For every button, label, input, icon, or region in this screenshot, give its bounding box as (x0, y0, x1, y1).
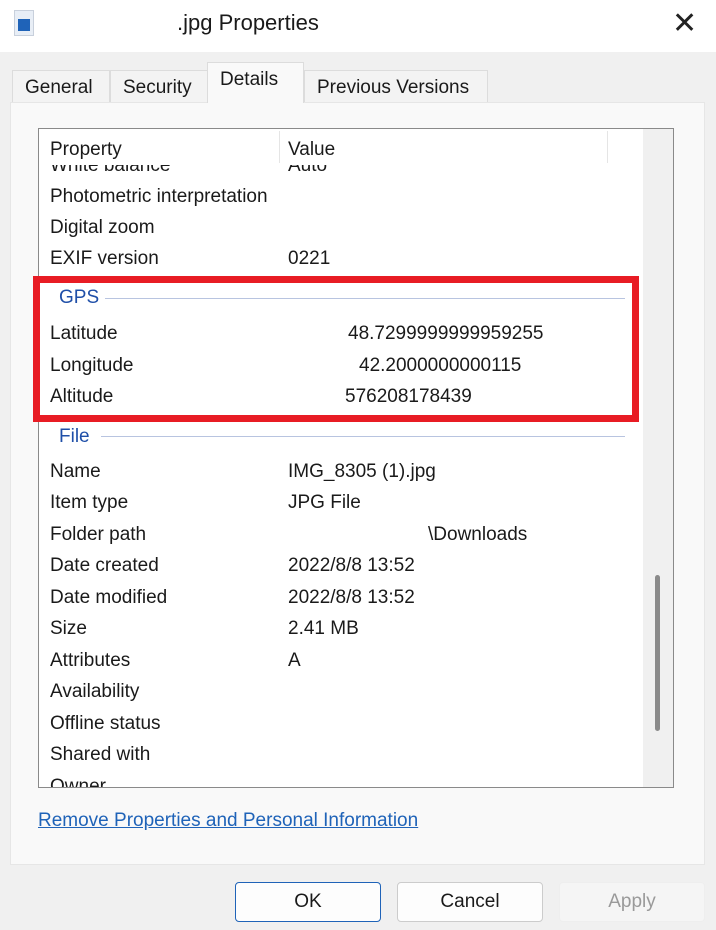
scrollbar-thumb[interactable] (655, 575, 660, 731)
property-name: Date created (50, 555, 159, 576)
tab-general[interactable]: General (12, 70, 110, 103)
property-name: Name (50, 461, 101, 482)
property-name: EXIF version (50, 248, 159, 269)
list-item[interactable]: Altitude 576208178439 (39, 382, 639, 410)
column-divider[interactable] (279, 131, 280, 163)
group-divider (105, 298, 625, 299)
property-value: A (288, 650, 301, 671)
tab-previous-versions[interactable]: Previous Versions (304, 70, 488, 103)
list-item[interactable]: Size 2.41 MB (39, 614, 639, 642)
property-name: Photometric interpretation (50, 186, 268, 207)
property-name: Digital zoom (50, 217, 155, 238)
property-name: Shared with (50, 744, 151, 765)
column-header-value[interactable]: Value (288, 139, 335, 161)
property-value: 42.2000000000115 (359, 355, 522, 376)
list-item[interactable]: Item type JPG File (39, 488, 639, 516)
property-name: Altitude (50, 386, 114, 407)
property-name: Size (50, 618, 87, 639)
property-value: IMG_8305 (1).jpg (288, 461, 436, 482)
list-item[interactable]: Owner (39, 772, 639, 788)
cancel-button[interactable]: Cancel (397, 882, 543, 922)
property-name: Availability (50, 681, 140, 702)
list-item[interactable]: Attributes A (39, 646, 639, 674)
tab-details[interactable]: Details (207, 62, 304, 103)
property-name: Folder path (50, 524, 147, 545)
group-divider (101, 436, 625, 437)
ok-button[interactable]: OK (235, 882, 381, 922)
property-name: Owner (50, 776, 106, 788)
list-item[interactable]: Shared with (39, 740, 639, 768)
group-header-file: File (59, 426, 90, 447)
vertical-scrollbar[interactable] (643, 129, 673, 787)
list-item[interactable]: Folder path \Downloads (39, 520, 639, 548)
property-name: Latitude (50, 323, 118, 344)
column-header-property[interactable]: Property (50, 139, 122, 161)
list-item[interactable]: Digital zoom (39, 213, 639, 241)
property-value: \Downloads (428, 524, 528, 545)
remove-properties-link[interactable]: Remove Properties and Personal Informati… (38, 810, 418, 832)
title-bar: .jpg Properties ✕ (0, 0, 716, 52)
property-value: 576208178439 (345, 386, 472, 407)
column-divider[interactable] (607, 131, 608, 163)
group-header-gps: GPS (59, 287, 100, 308)
list-item[interactable]: Name IMG_8305 (1).jpg (39, 457, 639, 485)
property-name: Attributes (50, 650, 131, 671)
properties-list[interactable]: Property Value White balance Auto Photome… (38, 128, 674, 788)
list-item[interactable]: Date created 2022/8/8 13:52 (39, 551, 639, 579)
property-value: 48.7299999999959255 (348, 323, 544, 344)
property-name: Offline status (50, 713, 161, 734)
list-item[interactable]: Date modified 2022/8/8 13:52 (39, 583, 639, 611)
list-header: Property Value (39, 129, 639, 165)
property-value: JPG File (288, 492, 361, 513)
list-item[interactable]: Offline status (39, 709, 639, 737)
property-value: 2.41 MB (288, 618, 359, 639)
apply-button[interactable]: Apply (559, 882, 705, 922)
list-item[interactable]: Latitude 48.7299999999959255 (39, 319, 639, 347)
list-item[interactable]: EXIF version 0221 (39, 244, 639, 272)
list-item[interactable]: Longitude 42.2000000000115 (39, 351, 639, 379)
window-title: .jpg Properties (177, 10, 319, 35)
tab-security[interactable]: Security (110, 70, 208, 103)
property-name: Item type (50, 492, 129, 513)
property-name: Date modified (50, 587, 168, 608)
property-value: 2022/8/8 13:52 (288, 555, 415, 576)
jpg-file-icon (14, 10, 34, 36)
close-icon[interactable]: ✕ (672, 6, 697, 41)
list-item[interactable]: Photometric interpretation (39, 182, 639, 210)
property-value: 2022/8/8 13:52 (288, 587, 415, 608)
list-item[interactable]: Availability (39, 677, 639, 705)
property-value: 0221 (288, 248, 331, 269)
property-name: Longitude (50, 355, 134, 376)
